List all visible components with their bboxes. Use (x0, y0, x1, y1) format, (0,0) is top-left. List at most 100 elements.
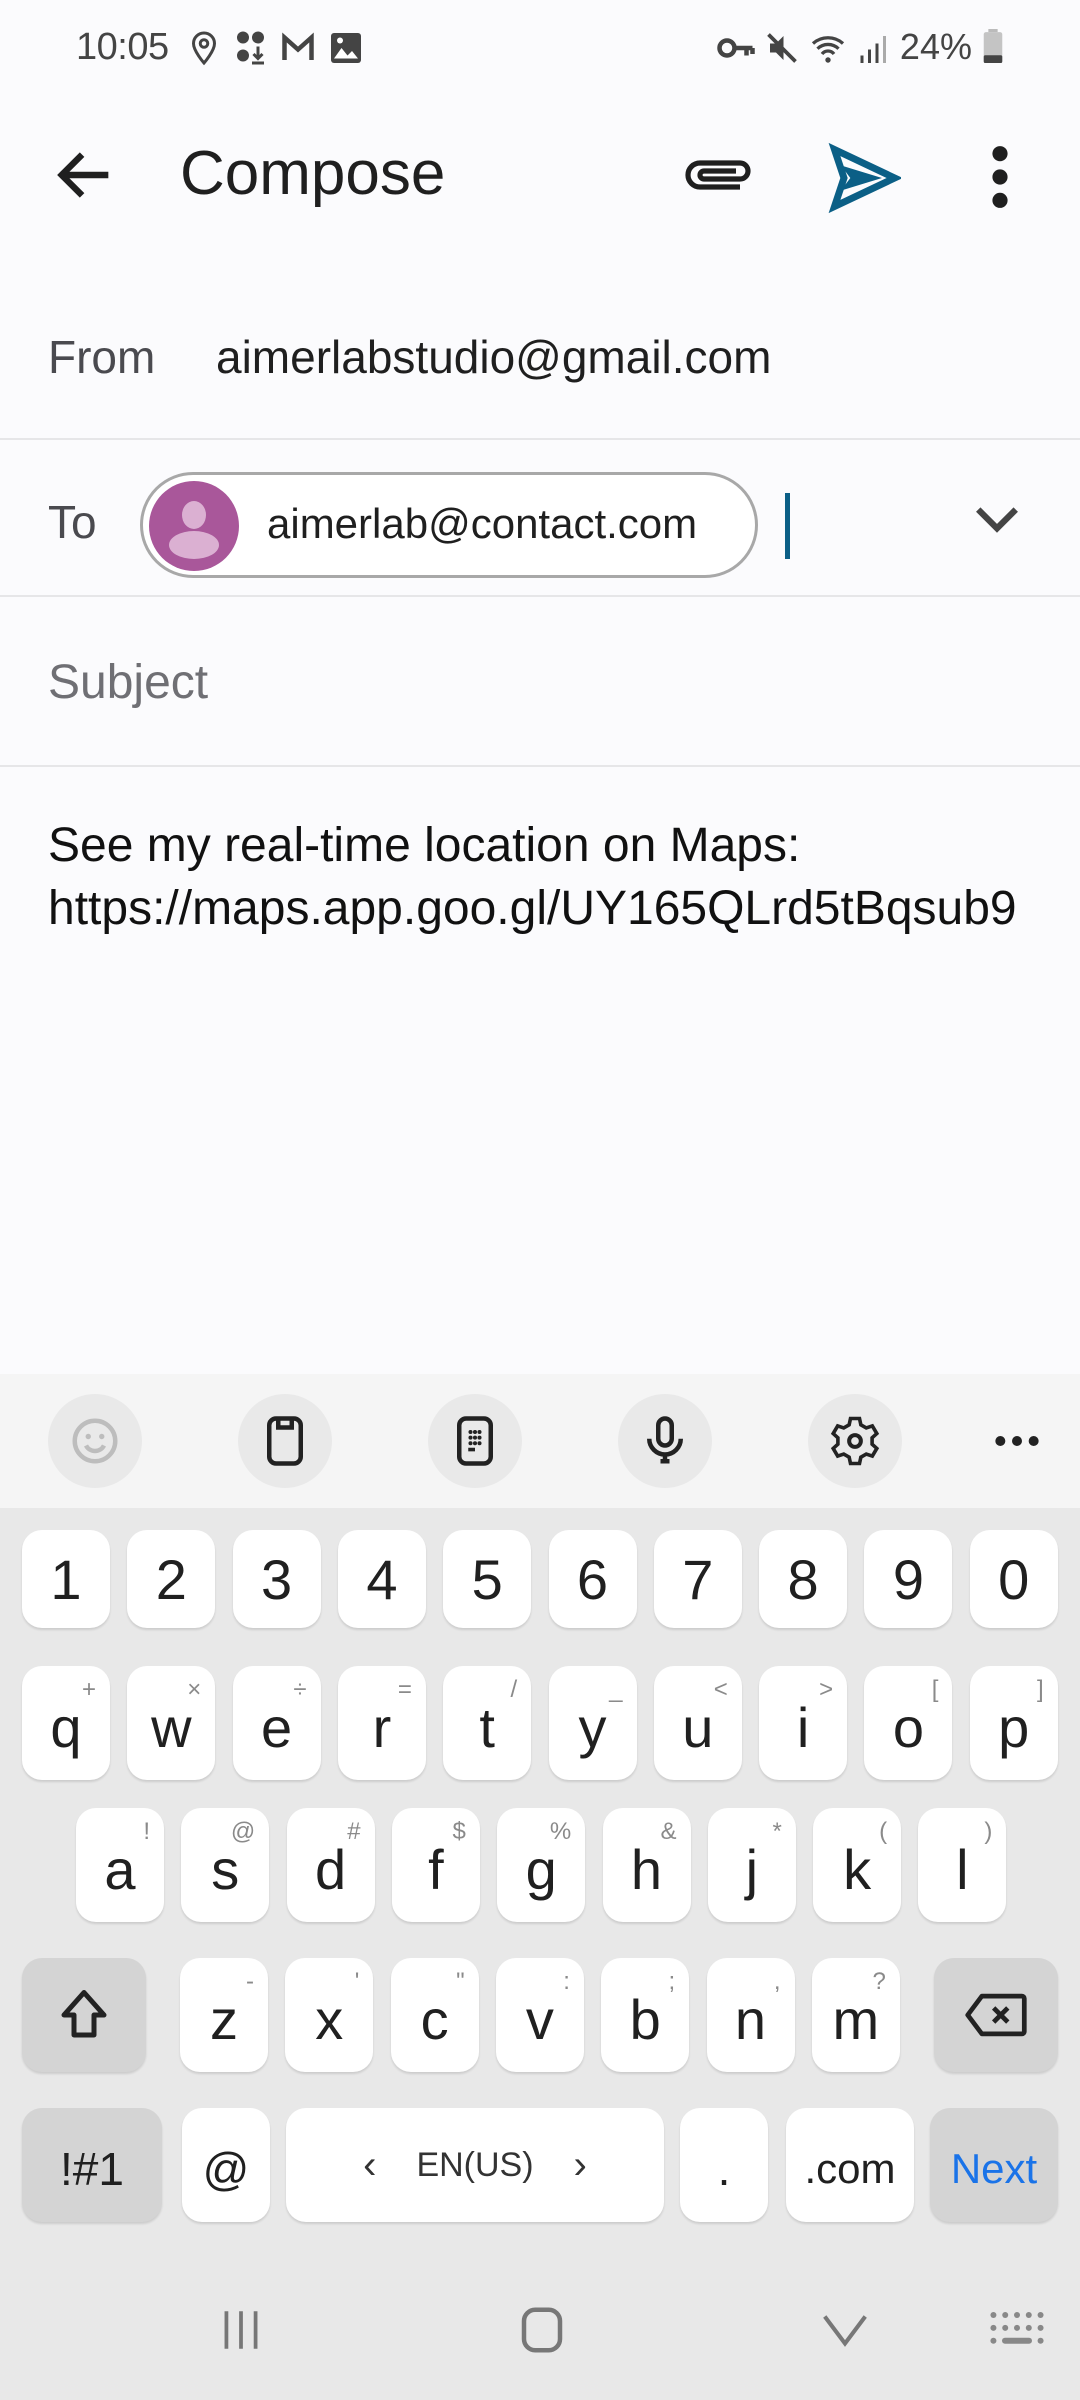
key-h[interactable]: & h (602, 1808, 691, 1922)
at-key[interactable]: @ (182, 2108, 270, 2222)
recents-button[interactable] (196, 2290, 286, 2370)
period-key[interactable]: . (680, 2108, 768, 2222)
voice-input-button[interactable] (618, 1394, 712, 1488)
key-hint: ÷ (293, 1676, 307, 1703)
email-body[interactable]: See my real-time location on Maps: https… (48, 814, 1048, 940)
hide-keyboard-button[interactable] (800, 2290, 890, 2370)
key-l[interactable]: ) l (918, 1808, 1007, 1922)
key-r[interactable]: = r (337, 1666, 426, 1780)
key-5[interactable]: 5 (443, 1530, 532, 1628)
key-s[interactable]: @ s (181, 1808, 270, 1922)
key-q[interactable]: + q (22, 1666, 110, 1780)
key-hint: " (456, 1968, 465, 1995)
key-label: x (315, 1987, 344, 2051)
signal-icon (860, 36, 886, 63)
key-n[interactable]: ,n (706, 1958, 795, 2072)
key-m[interactable]: ? m (811, 1958, 900, 2072)
key-label: g (525, 1837, 557, 1901)
keyboard-switch-button[interactable] (972, 2290, 1062, 2370)
key-label: j (745, 1837, 759, 1901)
key-4[interactable]: 4 (337, 1530, 426, 1628)
key-label: m (832, 1987, 880, 2051)
shift-icon (61, 1990, 107, 2038)
key-hint: * (772, 1818, 782, 1845)
text-cursor (785, 493, 790, 559)
to-row[interactable]: To aimerlab@contact.com (0, 440, 1080, 597)
from-address[interactable]: aimerlabstudio@gmail.com (216, 330, 771, 384)
back-arrow-icon[interactable] (50, 140, 120, 210)
key-label: i (796, 1695, 810, 1759)
app-bar: Compose (0, 100, 1080, 250)
key-hint: , (773, 1968, 781, 1995)
key-label: w (151, 1695, 192, 1759)
key-label: f (428, 1837, 444, 1901)
send-icon[interactable] (825, 140, 901, 216)
key-t[interactable]: / t (443, 1666, 532, 1780)
backspace-icon (965, 1993, 1027, 2037)
key-c[interactable]: " c (390, 1958, 479, 2072)
from-label: From (48, 331, 156, 383)
space-key[interactable]: ‹ EN(US) › (286, 2108, 664, 2222)
attach-icon[interactable] (680, 140, 760, 210)
to-label: To (48, 496, 97, 548)
key-9[interactable]: 9 (864, 1530, 953, 1628)
key-k[interactable]: (k (813, 1808, 902, 1922)
next-key[interactable]: Next (930, 2108, 1058, 2222)
key-2[interactable]: 2 (127, 1530, 216, 1628)
status-bar: 10:05 24% (0, 0, 1080, 96)
more-options-icon[interactable] (975, 142, 1025, 212)
key-x[interactable]: ' x (285, 1958, 374, 2072)
chevron-down-icon[interactable] (972, 500, 1022, 540)
key-0[interactable]: 0 (969, 1530, 1058, 1628)
key-label: l (956, 1837, 969, 1901)
emoji-button[interactable] (48, 1394, 142, 1488)
key-hint: [ (931, 1676, 939, 1703)
key-z[interactable]: -z (180, 1958, 268, 2072)
subject-input[interactable] (48, 647, 1028, 717)
key-b[interactable]: ; b (601, 1958, 690, 2072)
key-label: o (892, 1695, 924, 1759)
key-6[interactable]: 6 (548, 1530, 637, 1628)
key-u[interactable]: < u (653, 1666, 742, 1780)
clipboard-button[interactable] (238, 1394, 332, 1488)
key-label: 8 (787, 1547, 819, 1611)
recipient-chip[interactable]: aimerlab@contact.com (140, 472, 758, 578)
home-button[interactable] (497, 2290, 587, 2370)
key-label: 4 (366, 1547, 398, 1611)
key-w[interactable]: × w (127, 1666, 216, 1780)
key-label: 0 (998, 1547, 1030, 1611)
key-f[interactable]: $ f (391, 1808, 480, 1922)
key-o[interactable]: [o (864, 1666, 953, 1780)
backspace-key[interactable] (934, 1958, 1058, 2072)
key-hint: & (660, 1818, 677, 1845)
download-notification-icon (237, 31, 264, 65)
dotcom-key[interactable]: .com (786, 2108, 914, 2222)
key-g[interactable]: % g (497, 1808, 586, 1922)
key-a[interactable]: ! a (76, 1808, 164, 1922)
key-v[interactable]: :v (495, 1958, 584, 2072)
key-i[interactable]: > i (759, 1666, 848, 1780)
from-row[interactable]: From aimerlabstudio@gmail.com (0, 290, 1080, 440)
key-p[interactable]: ] p (969, 1666, 1058, 1780)
key-d[interactable]: # d (286, 1808, 375, 1922)
microphone-icon (647, 1416, 683, 1464)
key-j[interactable]: * j (707, 1808, 796, 1922)
keypad-button[interactable] (428, 1394, 522, 1488)
key-hint: ] (1037, 1676, 1044, 1703)
page-title: Compose (180, 139, 446, 208)
keyboard-settings-button[interactable] (808, 1394, 902, 1488)
recipient-email: aimerlab@contact.com (267, 500, 698, 547)
key-3[interactable]: 3 (232, 1530, 321, 1628)
key-hint: = (397, 1676, 412, 1703)
key-label: n (734, 1987, 767, 2051)
key-y[interactable]: _ y (548, 1666, 637, 1780)
key-e[interactable]: ÷ e (232, 1666, 321, 1780)
key-7[interactable]: 7 (653, 1530, 742, 1628)
key-8[interactable]: 8 (759, 1530, 848, 1628)
key-label: b (629, 1987, 661, 2051)
language-prev-icon: ‹ (363, 2142, 377, 2187)
shift-key[interactable] (22, 1958, 146, 2072)
key-1[interactable]: 1 (22, 1530, 110, 1628)
symbols-key[interactable]: !#1 (22, 2108, 162, 2222)
toolbar-more-button[interactable] (970, 1394, 1064, 1488)
